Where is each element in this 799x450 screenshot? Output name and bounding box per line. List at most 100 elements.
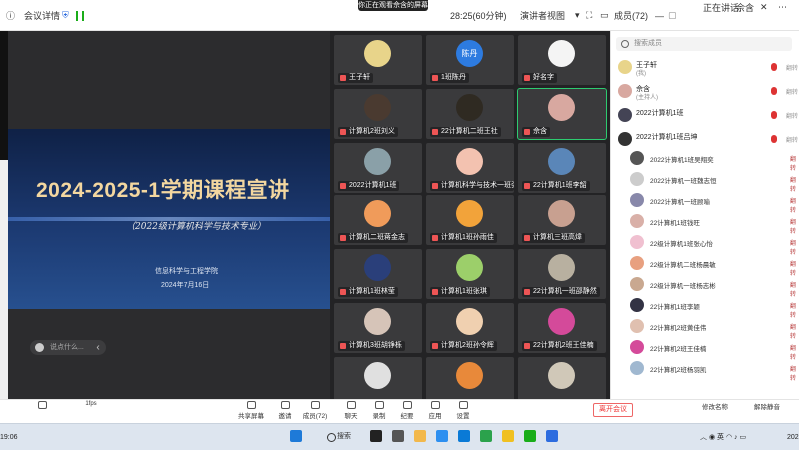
avatar (456, 94, 483, 121)
windows-start-icon[interactable] (290, 430, 302, 442)
participant-tile[interactable]: 好名字 (518, 35, 606, 85)
store-icon[interactable] (458, 430, 470, 442)
chevron-left-icon[interactable]: ‹ (91, 340, 105, 355)
more-icon[interactable]: ⋯ (778, 0, 787, 23)
terminal-icon[interactable] (370, 430, 382, 442)
participant-tile[interactable]: 22计算机二班王社 (426, 89, 514, 139)
mic-button[interactable] (29, 401, 55, 410)
mic-muted-icon[interactable] (771, 135, 777, 143)
member-action[interactable]: 翻转 (786, 111, 798, 120)
avatar (630, 214, 644, 228)
mic-muted-icon[interactable] (771, 63, 777, 71)
close-icon[interactable]: ✕ (760, 0, 768, 23)
member-row[interactable]: 佘含 (主持人) 翻转 (612, 80, 799, 102)
member-row[interactable]: 22计算机2班杨羽凯 翻转 (622, 358, 799, 382)
member-row[interactable]: 2022计算机1班 翻转 (612, 104, 799, 126)
folder-icon[interactable] (414, 430, 426, 442)
wifi-icon[interactable]: ◠ (726, 434, 732, 441)
mic-muted-icon[interactable] (771, 87, 777, 95)
participant-tile[interactable]: 计算机三班高煒 (518, 195, 606, 245)
share-screen-button[interactable]: 共享屏幕 (238, 401, 264, 420)
shared-slide: 2024-2025-1学期课程宣讲 （2022级计算机科学与技术专业） 信息科学… (8, 129, 330, 309)
taskbar-search[interactable]: 搜索 (325, 430, 361, 444)
battery-icon[interactable]: ▭ (739, 434, 746, 441)
member-action[interactable]: 翻转 (786, 63, 798, 72)
summary-button[interactable]: 纪要 (394, 401, 420, 420)
record-button[interactable]: 录制 (366, 401, 392, 420)
search-input[interactable]: 搜索成员 (616, 37, 792, 51)
member-row[interactable]: 22级计算机一班杨志彬 翻转 (622, 274, 799, 298)
participant-tile[interactable]: 计算机1班孙雨佳 (426, 195, 514, 245)
maximize-icon[interactable]: ▢ (668, 0, 677, 31)
member-name: 2022计算机1班 (636, 110, 684, 117)
member-row[interactable]: 2022计算机1班吴翔奕 翻转 (622, 148, 799, 172)
meeting-info-icon[interactable]: ⓘ (6, 0, 15, 31)
meeting-details-button[interactable]: 会议详情 (24, 0, 60, 31)
members-tab[interactable]: 成员(72) (614, 0, 648, 31)
settings-button[interactable]: 设置 (450, 401, 476, 420)
browser-icon[interactable] (480, 430, 492, 442)
wechat-icon[interactable] (524, 430, 536, 442)
member-row[interactable]: 王子轩 (我) 翻转 (612, 56, 799, 78)
member-row[interactable]: 22计算机2班黄佳伟 翻转 (622, 316, 799, 340)
unmute-all-button[interactable]: 解除静音 (752, 401, 782, 411)
member-action[interactable]: 翻转 (786, 135, 798, 144)
mail-icon[interactable] (436, 430, 448, 442)
chevron-up-icon[interactable]: ︿ (700, 434, 707, 441)
window-icon[interactable]: ▭ (600, 0, 609, 31)
member-action[interactable]: 翻转 (786, 87, 798, 96)
leave-meeting-button[interactable]: 离开会议 (593, 403, 633, 417)
member-row[interactable]: 22级计算机1班张心怡 翻转 (622, 232, 799, 256)
member-row[interactable]: 22计算机2班王佳楠 翻转 (622, 337, 799, 361)
fullscreen-icon[interactable]: ⛶ (586, 0, 592, 31)
chat-icon (35, 343, 44, 352)
chrome-icon[interactable] (502, 430, 514, 442)
participant-tile[interactable]: 22计算机一班邵静然 (518, 249, 606, 299)
participant-tile[interactable]: 王子轩 (334, 35, 422, 85)
participant-tile[interactable]: 陈丹 1班陈丹 (426, 35, 514, 85)
member-row[interactable]: 2022计算机一班顾喻 翻转 (622, 190, 799, 214)
invite-button[interactable]: 邀请 (272, 401, 298, 420)
apps-label: 应用 (428, 413, 442, 420)
meeting-app-icon[interactable] (546, 430, 558, 442)
rename-button[interactable]: 修改名称 (700, 401, 730, 411)
shared-screen-top (8, 31, 330, 129)
participant-name: 计算机三班高煒 (522, 233, 585, 243)
chat-button[interactable]: 聊天 (338, 401, 364, 420)
minimize-icon[interactable]: — (655, 0, 664, 31)
avatar (630, 235, 644, 249)
tray-app-icon[interactable]: ◉ (709, 434, 715, 441)
member-row[interactable]: 22计算机1班钱旺 翻转 (622, 211, 799, 235)
avatar (630, 193, 644, 207)
speaking-name: 佘含 (736, 3, 755, 13)
member-action[interactable]: 翻转 (790, 364, 799, 382)
apps-button[interactable]: 应用 (422, 401, 448, 420)
member-row[interactable]: 22计算机1班李颖 翻转 (622, 295, 799, 319)
member-name: 22计算机2班黄佳伟 (650, 325, 707, 332)
layout-chevron-icon[interactable]: ▾ (575, 0, 580, 31)
member-row[interactable]: 22级计算机二班杨晨敏 翻转 (622, 253, 799, 277)
members-button[interactable]: 成员(72) (302, 401, 328, 420)
avatar (630, 256, 644, 270)
participant-tile[interactable]: 计算机科学与技术一班张… (426, 143, 514, 193)
member-row[interactable]: 2022计算机1班吕坤 翻转 (612, 128, 799, 150)
participant-tile[interactable]: 22计算机2班王佳楠 (518, 303, 606, 353)
fps-label: 1fps (85, 401, 97, 407)
participant-tile[interactable]: 计算机二班蒋金志 (334, 195, 422, 245)
participant-name: 计算机科学与技术一班张… (430, 181, 514, 191)
participant-tile[interactable]: 计算机2班刘义 (334, 89, 422, 139)
participant-tile[interactable]: 计算机1班林莹 (334, 249, 422, 299)
layout-button[interactable]: 演讲者视图 (520, 0, 565, 31)
participant-tile[interactable]: 佘含 (517, 88, 607, 140)
summary-label: 纪要 (400, 413, 414, 420)
input-language[interactable]: 英 (717, 434, 724, 441)
taskview-icon[interactable] (392, 430, 404, 442)
participant-tile[interactable]: 计算机2班孙令辉 (426, 303, 514, 353)
participant-tile[interactable]: 22计算机1班李韶 (518, 143, 606, 193)
mic-muted-icon[interactable] (771, 111, 777, 119)
speaker-icon[interactable]: ♪ (734, 434, 738, 441)
participant-tile[interactable]: 计算机1班张琪 (426, 249, 514, 299)
participant-tile[interactable]: 计算机3班胡铮栎 (334, 303, 422, 353)
participant-tile[interactable]: 2022计算机1班 (334, 143, 422, 193)
member-row[interactable]: 2022计算机一班魏志恒 翻转 (622, 169, 799, 193)
